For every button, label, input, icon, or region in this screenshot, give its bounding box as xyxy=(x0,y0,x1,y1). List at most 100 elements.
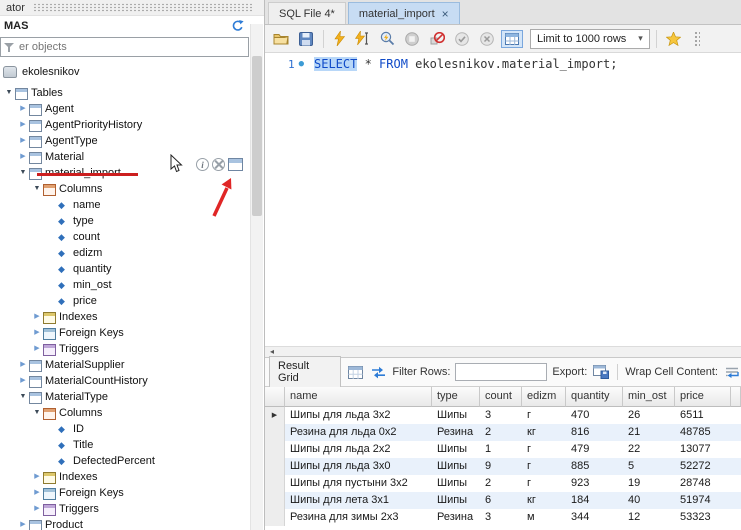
tree-item-materialtype[interactable]: ▼MaterialType xyxy=(0,389,264,405)
tree-item-tables[interactable]: ▼Tables xyxy=(0,85,264,101)
cell[interactable]: 470 xyxy=(566,407,623,424)
tree-item-agenttype[interactable]: ▶AgentType xyxy=(0,133,264,149)
cell[interactable]: г xyxy=(522,441,566,458)
expand-arrow-icon[interactable]: ▶ xyxy=(32,469,42,485)
tree-item-title[interactable]: ◆Title xyxy=(0,437,264,453)
cell[interactable]: 52272 xyxy=(675,458,731,475)
rollback-icon[interactable] xyxy=(476,28,498,50)
cell[interactable]: 479 xyxy=(566,441,623,458)
cell[interactable]: Шипы для льда 3x0 xyxy=(285,458,432,475)
tree-item-count[interactable]: ◆count xyxy=(0,229,264,245)
tree-item-foreign-keys[interactable]: ▶Foreign Keys xyxy=(0,325,264,341)
cell[interactable]: 26 xyxy=(623,407,675,424)
open-script-icon[interactable] xyxy=(270,28,292,50)
explain-icon[interactable] xyxy=(376,28,398,50)
tree-item-materialsupplier[interactable]: ▶MaterialSupplier xyxy=(0,357,264,373)
cell[interactable]: 6 xyxy=(480,492,522,509)
sql-text[interactable]: SELECT * FROM ekolesnikov.material_impor… xyxy=(307,53,617,346)
cell[interactable]: Шипы xyxy=(432,492,480,509)
collapse-arrow-icon[interactable]: ▼ xyxy=(32,405,42,421)
expand-arrow-icon[interactable]: ▶ xyxy=(32,341,42,357)
cell[interactable]: кг xyxy=(522,492,566,509)
tree-item-quantity[interactable]: ◆quantity xyxy=(0,261,264,277)
collapse-arrow-icon[interactable]: ▼ xyxy=(18,389,28,405)
scrollbar-thumb[interactable] xyxy=(252,56,262,216)
cell[interactable]: Резина для льда 0x2 xyxy=(285,424,432,441)
tree-item-defectedpercent[interactable]: ◆DefectedPercent xyxy=(0,453,264,469)
cell[interactable]: Шипы xyxy=(432,407,480,424)
table-maintenance-icon[interactable] xyxy=(212,158,225,171)
commit-icon[interactable] xyxy=(451,28,473,50)
tree-item-columns[interactable]: ▼Columns xyxy=(0,405,264,421)
cell[interactable]: 53323 xyxy=(675,509,731,526)
cell[interactable]: 28748 xyxy=(675,475,731,492)
cell[interactable]: 3 xyxy=(480,509,522,526)
cell[interactable]: г xyxy=(522,458,566,475)
cell[interactable]: м xyxy=(522,509,566,526)
save-script-icon[interactable] xyxy=(295,28,317,50)
column-header-price[interactable]: price xyxy=(675,387,731,407)
column-header-min_ost[interactable]: min_ost xyxy=(623,387,675,407)
tab-material-import[interactable]: material_import × xyxy=(348,2,460,24)
row-selector[interactable] xyxy=(265,475,285,492)
execute-icon[interactable] xyxy=(330,28,348,50)
cell[interactable]: 48785 xyxy=(675,424,731,441)
tree-item-agent[interactable]: ▶Agent xyxy=(0,101,264,117)
cell[interactable]: Резина для зимы 2x3 xyxy=(285,509,432,526)
cell[interactable]: г xyxy=(522,407,566,424)
tree-item-triggers[interactable]: ▶Triggers xyxy=(0,341,264,357)
execute-current-icon[interactable] xyxy=(351,28,373,50)
row-selector[interactable] xyxy=(265,458,285,475)
row-selector[interactable] xyxy=(265,441,285,458)
cell[interactable]: Шипы для лета 3x1 xyxy=(285,492,432,509)
tree-item-materialcounthistory[interactable]: ▶MaterialCountHistory xyxy=(0,373,264,389)
wrap-cell-content-icon[interactable] xyxy=(723,361,741,383)
table-info-icon[interactable] xyxy=(196,158,209,171)
export-recordset-icon[interactable] xyxy=(592,361,610,383)
cell[interactable]: Шипы xyxy=(432,458,480,475)
limit-rows-dropdown[interactable]: Limit to 1000 rows ▾ xyxy=(530,29,650,49)
column-header-name[interactable]: name xyxy=(285,387,432,407)
cell[interactable]: 19 xyxy=(623,475,675,492)
sql-code-editor[interactable]: 1 ● SELECT * FROM ekolesnikov.material_i… xyxy=(265,53,741,346)
tree-item-edizm[interactable]: ◆edizm xyxy=(0,245,264,261)
collapse-arrow-icon[interactable]: ▼ xyxy=(4,85,14,101)
toggle-autocommit-icon[interactable] xyxy=(501,30,523,48)
result-grid-tab[interactable]: Result Grid xyxy=(269,356,341,388)
cell[interactable]: 1 xyxy=(480,441,522,458)
cell[interactable]: 923 xyxy=(566,475,623,492)
close-tab-icon[interactable]: × xyxy=(442,8,449,20)
tree-item-triggers[interactable]: ▶Triggers xyxy=(0,501,264,517)
cell[interactable]: 344 xyxy=(566,509,623,526)
cell[interactable]: 816 xyxy=(566,424,623,441)
cell[interactable]: 3 xyxy=(480,407,522,424)
cell[interactable]: 21 xyxy=(623,424,675,441)
collapse-arrow-icon[interactable]: ▼ xyxy=(18,165,28,181)
expand-arrow-icon[interactable]: ▶ xyxy=(18,373,28,389)
cell[interactable]: 13077 xyxy=(675,441,731,458)
cell[interactable]: Резина xyxy=(432,424,480,441)
refresh-results-icon[interactable] xyxy=(369,361,387,383)
open-table-data-icon[interactable] xyxy=(228,158,243,171)
stop-icon[interactable] xyxy=(401,28,423,50)
tree-item-agentpriorityhistory[interactable]: ▶AgentPriorityHistory xyxy=(0,117,264,133)
column-header-quantity[interactable]: quantity xyxy=(566,387,623,407)
collapse-arrow-icon[interactable]: ▼ xyxy=(32,181,42,197)
navigator-scrollbar[interactable] xyxy=(250,24,263,530)
cell[interactable]: 9 xyxy=(480,458,522,475)
row-selector[interactable]: ▶ xyxy=(265,407,285,424)
expand-arrow-icon[interactable]: ▶ xyxy=(18,149,28,165)
expand-arrow-icon[interactable]: ▶ xyxy=(32,325,42,341)
expand-arrow-icon[interactable]: ▶ xyxy=(18,517,28,530)
row-selector[interactable] xyxy=(265,424,285,441)
tree-item-product[interactable]: ▶Product xyxy=(0,517,264,530)
row-header-corner[interactable] xyxy=(265,387,285,407)
cell[interactable]: 2 xyxy=(480,475,522,492)
cell[interactable]: Шипы для пустыни 3x2 xyxy=(285,475,432,492)
cell[interactable]: 12 xyxy=(623,509,675,526)
toolbar-grip[interactable] xyxy=(694,31,700,47)
tab-sql-file-4[interactable]: SQL File 4* xyxy=(268,2,346,24)
cell[interactable]: 5 xyxy=(623,458,675,475)
panel-grip[interactable] xyxy=(33,3,254,12)
cell[interactable]: 40 xyxy=(623,492,675,509)
